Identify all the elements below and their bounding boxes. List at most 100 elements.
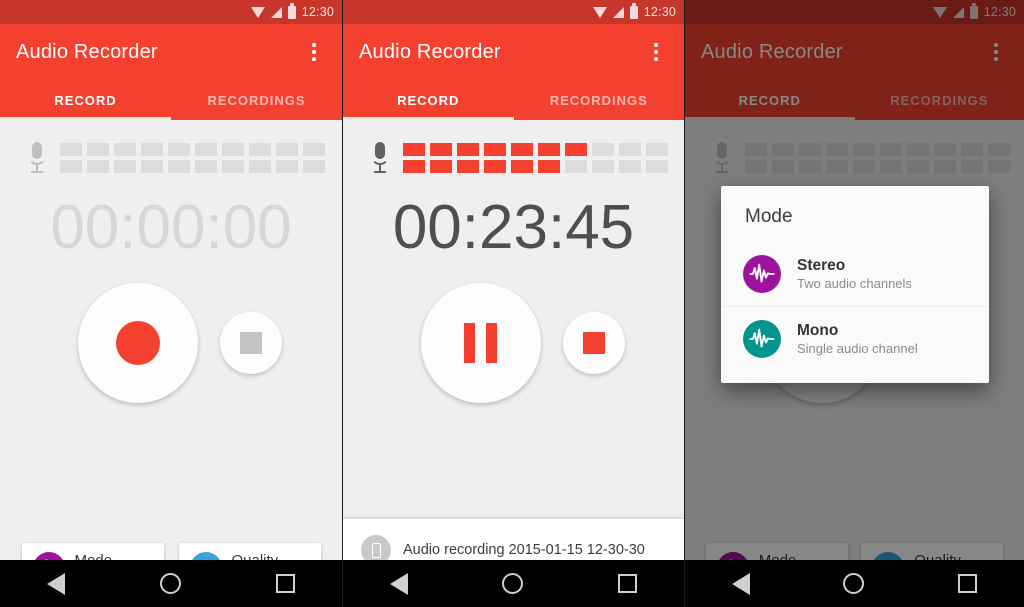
meter-cell xyxy=(303,160,325,173)
mode-option-stereo-title: Stereo xyxy=(797,256,846,274)
tab-record[interactable]: RECORD xyxy=(0,80,171,120)
meter-cell xyxy=(87,160,109,173)
transport-controls xyxy=(0,283,342,403)
timer-display: 00:23:45 xyxy=(392,193,635,262)
meter-cell xyxy=(114,160,136,173)
system-nav-bar xyxy=(0,560,342,607)
meter-cell xyxy=(141,160,163,173)
battery-icon xyxy=(629,3,638,19)
meter-cell xyxy=(168,143,190,156)
meter-cell xyxy=(303,143,325,156)
status-bar: 12:30 xyxy=(343,0,684,24)
back-button-icon[interactable] xyxy=(731,572,750,595)
system-nav-bar xyxy=(685,560,1024,607)
recents-button-icon[interactable] xyxy=(275,574,295,593)
panel-mode-dialog: 12:30 Audio Recorder RECORD RECORDINGS 0… xyxy=(684,0,1024,607)
record-button[interactable] xyxy=(78,283,198,403)
meter-cell xyxy=(141,143,163,156)
status-time: 12:30 xyxy=(301,5,334,19)
mode-dialog-title: Mode xyxy=(745,206,793,227)
meter-cell xyxy=(619,160,641,173)
stop-button[interactable] xyxy=(220,312,282,374)
meter-cell xyxy=(646,160,668,173)
meter-row-bottom xyxy=(403,160,668,173)
signal-icon xyxy=(612,6,624,18)
panel-recording: 12:30 Audio Recorder RECORD RECORDINGS 0… xyxy=(342,0,684,607)
meter-cell xyxy=(619,143,641,156)
pause-bars-icon xyxy=(464,323,497,363)
meter-cell xyxy=(195,160,217,173)
meter-cell xyxy=(511,160,533,173)
meter-cell xyxy=(222,160,244,173)
record-dot-icon xyxy=(116,321,160,365)
meter-cell xyxy=(276,143,298,156)
meter-cell xyxy=(430,160,452,173)
overflow-menu-icon[interactable] xyxy=(302,34,326,70)
meter-row-top xyxy=(60,143,325,156)
mode-option-mono-subtitle: Single audio channel xyxy=(797,340,918,356)
wifi-icon xyxy=(250,6,265,18)
meter-cell xyxy=(592,143,614,156)
tab-recordings[interactable]: RECORDINGS xyxy=(514,80,685,120)
meter-cell xyxy=(60,160,82,173)
back-button-icon[interactable] xyxy=(390,572,409,595)
level-meter-row xyxy=(343,120,684,174)
stop-button[interactable] xyxy=(562,312,625,374)
home-button-icon[interactable] xyxy=(843,573,865,594)
status-bar: 12:30 xyxy=(0,0,342,24)
back-button-icon[interactable] xyxy=(47,572,66,595)
system-nav-bar xyxy=(343,560,684,607)
app-bar: Audio Recorder xyxy=(0,24,342,80)
stop-square-icon xyxy=(240,332,262,354)
mode-option-mono[interactable]: Mono Single audio channel xyxy=(721,306,989,371)
meter-cell xyxy=(195,143,217,156)
recents-button-icon[interactable] xyxy=(958,574,978,593)
meter-cell xyxy=(484,160,506,173)
mode-option-stereo-subtitle: Two audio channels xyxy=(797,275,912,291)
meter-cell xyxy=(484,143,506,156)
meter-cell xyxy=(565,143,587,156)
level-meter xyxy=(60,143,325,173)
meter-cell xyxy=(249,160,271,173)
tab-record[interactable]: RECORD xyxy=(343,80,514,120)
signal-icon xyxy=(270,6,282,18)
home-button-icon[interactable] xyxy=(159,573,181,594)
mode-option-stereo[interactable]: Stereo Two audio channels xyxy=(721,242,989,306)
app-bar: Audio Recorder xyxy=(343,24,684,80)
transport-controls xyxy=(343,283,684,403)
meter-cell xyxy=(538,160,560,173)
meter-row-bottom xyxy=(60,160,325,173)
status-time: 12:30 xyxy=(643,5,676,19)
battery-icon xyxy=(287,3,296,19)
meter-cell xyxy=(87,143,109,156)
tab-bar: RECORD RECORDINGS xyxy=(0,80,342,120)
meter-cell xyxy=(592,160,614,173)
record-content: 00:00:00 Mode Stereo xyxy=(0,120,342,607)
meter-cell xyxy=(403,143,425,156)
meter-cell xyxy=(114,143,136,156)
app-title: Audio Recorder xyxy=(359,40,501,63)
waveform-icon xyxy=(743,255,781,293)
record-content: 00:23:45 Audio recording 2015-01-15 12-3… xyxy=(343,120,684,607)
level-meter-row xyxy=(0,120,342,174)
recents-button-icon[interactable] xyxy=(617,574,637,593)
meter-cell xyxy=(646,143,668,156)
overflow-menu-icon[interactable] xyxy=(644,34,668,70)
home-button-icon[interactable] xyxy=(502,573,524,594)
pause-button[interactable] xyxy=(420,283,541,403)
tab-bar: RECORD RECORDINGS xyxy=(343,80,684,120)
stop-square-icon xyxy=(582,332,605,354)
waveform-icon xyxy=(743,320,781,358)
microphone-icon xyxy=(371,142,389,174)
meter-cell xyxy=(565,160,587,173)
microphone-icon xyxy=(28,142,46,174)
mode-dialog: Mode Stereo Two audio channels Mono Sing… xyxy=(721,186,989,383)
screenshot-root: 12:30 Audio Recorder RECORD RECORDINGS 0… xyxy=(0,0,1024,607)
tab-recordings[interactable]: RECORDINGS xyxy=(171,80,342,120)
meter-cell xyxy=(276,160,298,173)
meter-cell xyxy=(430,143,452,156)
meter-cell xyxy=(457,160,479,173)
panel-idle: 12:30 Audio Recorder RECORD RECORDINGS 0… xyxy=(0,0,342,607)
meter-row-top xyxy=(403,143,668,156)
meter-cell xyxy=(60,143,82,156)
